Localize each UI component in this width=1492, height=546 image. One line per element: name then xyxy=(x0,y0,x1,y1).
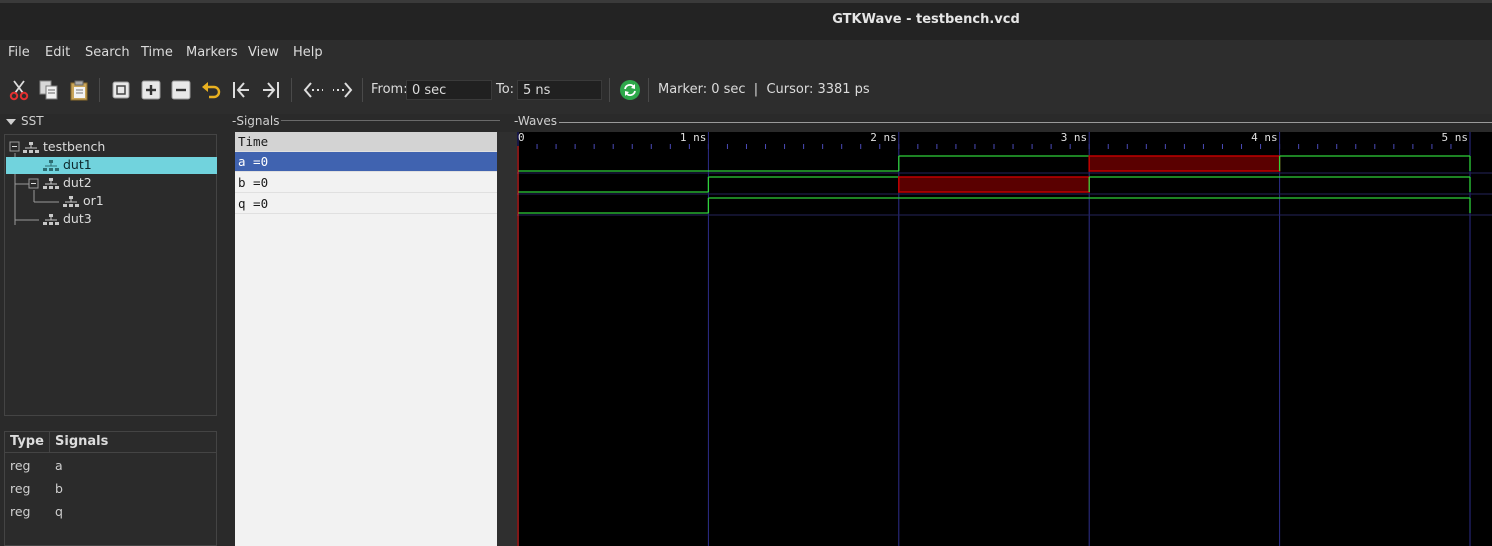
signal-cell: q xyxy=(55,504,63,519)
to-label: To: xyxy=(496,82,515,97)
table-row[interactable]: reg a xyxy=(5,455,216,477)
zoom-to-end-icon[interactable] xyxy=(260,79,282,101)
marker-cursor-readout: Marker: 0 sec | Cursor: 3381 ps xyxy=(658,82,870,97)
type-cell: reg xyxy=(10,481,31,496)
menu-bar: File Edit Search Time Markers View Help xyxy=(0,40,1492,66)
tree-item-or1[interactable]: or1 xyxy=(63,193,213,210)
sst-header-label: SST xyxy=(21,114,44,128)
time-tick-label: 1 ns xyxy=(680,132,707,144)
zoom-fit-icon[interactable] xyxy=(110,79,132,101)
menu-file[interactable]: File xyxy=(8,45,30,60)
menu-view[interactable]: View xyxy=(248,45,279,60)
table-row[interactable]: reg b xyxy=(5,478,216,500)
time-ruler xyxy=(517,132,1492,144)
tree-item-testbench[interactable]: testbench xyxy=(23,139,213,156)
waveform-svg[interactable]: 0 1 ns 2 ns 3 ns 4 ns 5 ns xyxy=(517,132,1492,546)
find-previous-edge-icon[interactable] xyxy=(302,79,324,101)
module-hierarchy-icon xyxy=(23,141,39,153)
signal-cell: b xyxy=(55,481,63,496)
signals-header-label: Signals xyxy=(236,114,280,128)
pane-splitter[interactable] xyxy=(497,132,517,546)
expander-dut2-icon xyxy=(28,178,39,189)
paste-icon[interactable] xyxy=(68,79,90,101)
tree-item-dut1[interactable]: dut1 xyxy=(6,157,217,174)
waveform-canvas[interactable]: 0 1 ns 2 ns 3 ns 4 ns 5 ns xyxy=(517,132,1492,546)
toolbar: From: To: Marker: 0 sec | Cursor: 3381 p… xyxy=(0,66,1492,114)
sst-header[interactable]: SST xyxy=(6,114,44,128)
signal-cell: a xyxy=(55,458,63,473)
zoom-in-icon[interactable] xyxy=(140,79,162,101)
type-cell: reg xyxy=(10,504,31,519)
window-title: GTKWave - testbench.vcd xyxy=(832,12,1020,27)
menu-search[interactable]: Search xyxy=(85,45,130,60)
type-signal-table: Type Signals reg a reg b reg q xyxy=(4,431,217,546)
signal-a-undefined-segment xyxy=(1088,155,1281,172)
copy-icon[interactable] xyxy=(38,79,60,101)
type-column-header[interactable]: Type xyxy=(10,434,44,449)
find-next-edge-icon[interactable] xyxy=(332,79,354,101)
signals-header: -Signals xyxy=(230,114,282,128)
type-cell: reg xyxy=(10,458,31,473)
time-tick-label: 5 ns xyxy=(1442,132,1469,144)
tree-item-label: dut1 xyxy=(62,157,92,172)
sst-tree: testbench dut1 dut2 or1 dut3 xyxy=(4,134,217,416)
signal-row-q[interactable]: q =0 xyxy=(235,194,497,214)
to-input[interactable] xyxy=(517,80,602,100)
module-hierarchy-icon xyxy=(43,159,59,171)
module-hierarchy-icon xyxy=(43,177,59,189)
cut-icon[interactable] xyxy=(8,79,30,101)
signals-column-header[interactable]: Signals xyxy=(55,434,108,449)
module-hierarchy-icon xyxy=(63,195,79,207)
signal-b-undefined-segment xyxy=(898,176,1090,193)
from-label: From: xyxy=(371,82,408,97)
time-tick-label: 4 ns xyxy=(1251,132,1278,144)
time-tick-label: 3 ns xyxy=(1061,132,1088,144)
tree-item-label: dut2 xyxy=(62,175,92,190)
tree-item-dut2[interactable]: dut2 xyxy=(43,175,213,192)
tree-item-label: dut3 xyxy=(62,211,92,226)
title-bar: GTKWave - testbench.vcd xyxy=(0,0,1492,40)
table-header: Type Signals xyxy=(5,432,216,453)
tree-item-label: or1 xyxy=(82,193,104,208)
toolbar-separator xyxy=(648,78,649,102)
reload-icon[interactable] xyxy=(619,79,641,101)
column-divider xyxy=(49,432,50,453)
table-row[interactable]: reg q xyxy=(5,501,216,523)
zoom-out-icon[interactable] xyxy=(170,79,192,101)
waves-header-label: Waves xyxy=(517,114,558,128)
module-hierarchy-icon xyxy=(43,213,59,225)
signals-list: Time a =0 b =0 q =0 xyxy=(235,132,497,546)
time-row[interactable]: Time xyxy=(235,132,497,152)
toolbar-separator xyxy=(99,78,100,102)
expander-testbench-icon xyxy=(9,141,20,152)
tree-item-dut3[interactable]: dut3 xyxy=(43,211,213,228)
toolbar-separator xyxy=(609,78,610,102)
signal-row-b[interactable]: b =0 xyxy=(235,173,497,193)
from-input[interactable] xyxy=(406,80,492,100)
toolbar-separator xyxy=(291,78,292,102)
menu-edit[interactable]: Edit xyxy=(45,45,70,60)
tree-item-label: testbench xyxy=(42,139,106,154)
signal-row-a[interactable]: a =0 xyxy=(235,152,497,172)
menu-time[interactable]: Time xyxy=(141,45,173,60)
waves-header: -Waves xyxy=(512,114,560,128)
zoom-to-start-icon[interactable] xyxy=(230,79,252,101)
time-tick-label: 0 xyxy=(518,132,525,144)
waves-frame-line xyxy=(512,122,1492,123)
undo-zoom-icon[interactable] xyxy=(200,79,222,101)
collapse-triangle-icon[interactable] xyxy=(6,118,16,125)
menu-markers[interactable]: Markers xyxy=(186,45,238,60)
menu-help[interactable]: Help xyxy=(293,45,323,60)
time-tick-label: 2 ns xyxy=(870,132,897,144)
toolbar-separator xyxy=(362,78,363,102)
